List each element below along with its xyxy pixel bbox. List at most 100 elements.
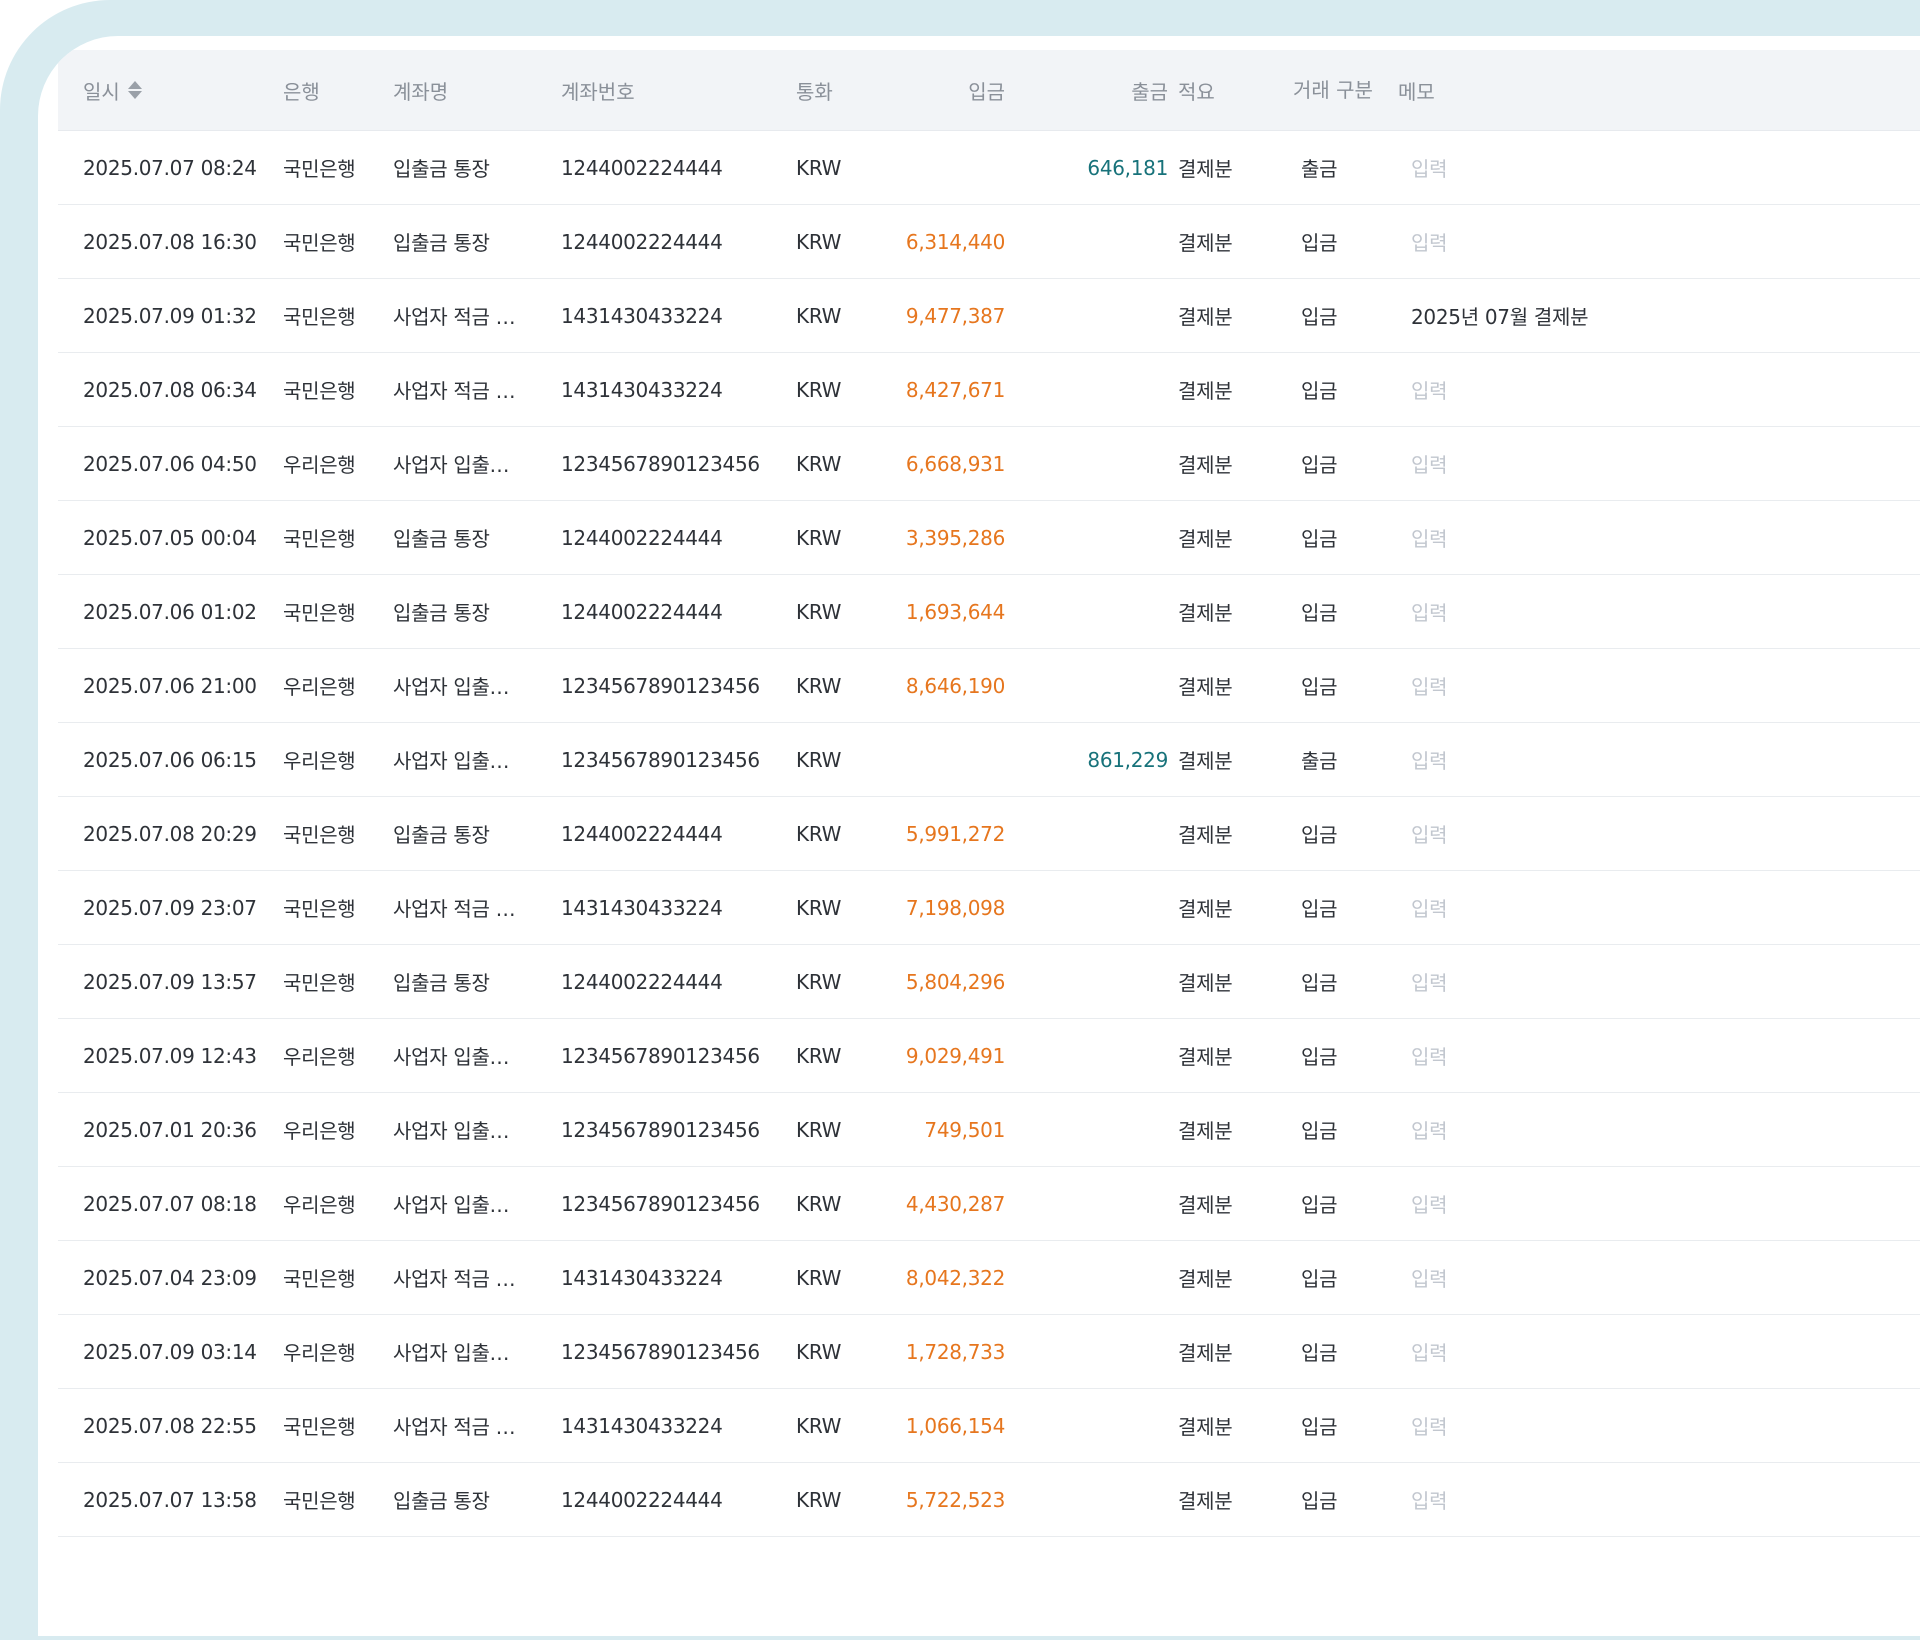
cell-currency: KRW	[796, 673, 842, 698]
table-row[interactable]: 2025.07.06 04:50 우리은행 사업자 입출… 1234567890…	[58, 427, 1920, 501]
cell-account-no: 1244002224444	[561, 821, 723, 846]
table-row[interactable]: 2025.07.04 23:09 국민은행 사업자 적금 … 143143043…	[58, 1241, 1920, 1315]
cell-deposit: 749,501	[924, 1117, 1005, 1142]
cell-account-name: 사업자 적금 …	[393, 897, 516, 921]
cell-deposit: 6,314,440	[905, 229, 1005, 254]
table-row[interactable]: 2025.07.09 03:14 우리은행 사업자 입출… 1234567890…	[58, 1315, 1920, 1389]
cell-summary: 결제분	[1178, 527, 1233, 551]
cell-type: 입금	[1301, 379, 1338, 403]
cell-currency: KRW	[796, 229, 842, 254]
cell-bank: 국민은행	[283, 897, 356, 921]
table-header: 일시 은행 계좌명 계좌번호 통화 입금 출금 적요 거래 구분 메모	[58, 50, 1920, 131]
cell-account-name: 사업자 적금 …	[393, 305, 516, 329]
memo-input[interactable]: 입력	[1411, 1241, 1811, 1314]
table-row[interactable]: 2025.07.08 16:30 국민은행 입출금 통장 12440022244…	[58, 205, 1920, 279]
cell-account-name: 사업자 입출…	[393, 1119, 510, 1143]
cell-type: 입금	[1301, 1267, 1338, 1291]
table-row[interactable]: 2025.07.07 08:18 우리은행 사업자 입출… 1234567890…	[58, 1167, 1920, 1241]
cell-bank: 우리은행	[283, 453, 356, 477]
memo-input[interactable]: 입력	[1411, 649, 1811, 722]
memo-input[interactable]: 입력	[1411, 353, 1811, 426]
memo-input[interactable]: 입력	[1411, 1315, 1811, 1388]
cell-summary: 결제분	[1178, 897, 1233, 921]
cell-currency: KRW	[796, 451, 842, 476]
cell-bank: 국민은행	[283, 379, 356, 403]
memo-input[interactable]: 입력	[1411, 945, 1811, 1018]
memo-input[interactable]: 입력	[1411, 205, 1811, 278]
memo-input[interactable]: 입력	[1411, 1093, 1811, 1166]
memo-input[interactable]: 2025년 07월 결제분	[1411, 279, 1811, 352]
cell-summary: 결제분	[1178, 675, 1233, 699]
table-row[interactable]: 2025.07.08 20:29 국민은행 입출금 통장 12440022244…	[58, 797, 1920, 871]
header-deposit: 입금	[968, 79, 1005, 104]
table-row[interactable]: 2025.07.05 00:04 국민은행 입출금 통장 12440022244…	[58, 501, 1920, 575]
cell-bank: 국민은행	[283, 527, 356, 551]
cell-summary: 결제분	[1178, 1045, 1233, 1069]
header-currency: 통화	[796, 79, 833, 104]
cell-account-no: 1244002224444	[561, 525, 723, 550]
cell-account-name: 입출금 통장	[393, 971, 490, 995]
cell-currency: KRW	[796, 747, 842, 772]
table-row[interactable]: 2025.07.06 06:15 우리은행 사업자 입출… 1234567890…	[58, 723, 1920, 797]
table-row[interactable]: 2025.07.09 23:07 국민은행 사업자 적금 … 143143043…	[58, 871, 1920, 945]
table-row[interactable]: 2025.07.06 01:02 국민은행 입출금 통장 12440022244…	[58, 575, 1920, 649]
cell-account-no: 1431430433224	[561, 377, 723, 402]
cell-account-no: 1244002224444	[561, 229, 723, 254]
cell-date: 2025.07.06 01:02	[83, 599, 257, 624]
memo-input[interactable]: 입력	[1411, 427, 1811, 500]
cell-date: 2025.07.01 20:36	[83, 1117, 257, 1142]
cell-bank: 우리은행	[283, 1119, 356, 1143]
table-row[interactable]: 2025.07.09 12:43 우리은행 사업자 입출… 1234567890…	[58, 1019, 1920, 1093]
memo-input[interactable]: 입력	[1411, 797, 1811, 870]
cell-deposit: 9,477,387	[905, 303, 1005, 328]
cell-bank: 우리은행	[283, 1341, 356, 1365]
table-row[interactable]: 2025.07.08 06:34 국민은행 사업자 적금 … 143143043…	[58, 353, 1920, 427]
memo-input[interactable]: 입력	[1411, 575, 1811, 648]
cell-date: 2025.07.07 13:58	[83, 1487, 257, 1512]
header-bank: 은행	[283, 79, 320, 104]
cell-withdraw	[1028, 279, 1168, 352]
cell-summary: 결제분	[1178, 305, 1233, 329]
sort-icon[interactable]	[127, 79, 142, 101]
cell-account-no: 1234567890123456	[561, 1043, 760, 1068]
cell-withdraw	[1028, 945, 1168, 1018]
cell-currency: KRW	[796, 1191, 842, 1216]
cell-date: 2025.07.09 13:57	[83, 969, 257, 994]
cell-deposit: 1,066,154	[905, 1413, 1005, 1438]
cell-account-name: 사업자 적금 …	[393, 379, 516, 403]
cell-type: 입금	[1301, 1045, 1338, 1069]
cell-withdraw	[1028, 797, 1168, 870]
cell-date: 2025.07.09 23:07	[83, 895, 257, 920]
cell-type: 입금	[1301, 1119, 1338, 1143]
memo-input[interactable]: 입력	[1411, 1167, 1811, 1240]
cell-currency: KRW	[796, 1487, 842, 1512]
cell-account-no: 1234567890123456	[561, 673, 760, 698]
memo-input[interactable]: 입력	[1411, 1463, 1811, 1536]
cell-deposit: 1,728,733	[905, 1339, 1005, 1364]
cell-deposit: 4,430,287	[905, 1191, 1005, 1216]
cell-currency: KRW	[796, 1413, 842, 1438]
cell-account-no: 1431430433224	[561, 895, 723, 920]
cell-summary: 결제분	[1178, 971, 1233, 995]
cell-withdraw	[1028, 1315, 1168, 1388]
table-row[interactable]: 2025.07.07 13:58 국민은행 입출금 통장 12440022244…	[58, 1463, 1920, 1537]
table-row[interactable]: 2025.07.06 21:00 우리은행 사업자 입출… 1234567890…	[58, 649, 1920, 723]
header-date[interactable]: 일시	[83, 50, 263, 130]
cell-account-name: 입출금 통장	[393, 1489, 490, 1513]
memo-input[interactable]: 입력	[1411, 723, 1811, 796]
cell-date: 2025.07.07 08:18	[83, 1191, 257, 1216]
cell-type: 입금	[1301, 305, 1338, 329]
table-row[interactable]: 2025.07.09 01:32 국민은행 사업자 적금 … 143143043…	[58, 279, 1920, 353]
table-row[interactable]: 2025.07.08 22:55 국민은행 사업자 적금 … 143143043…	[58, 1389, 1920, 1463]
memo-input[interactable]: 입력	[1411, 1389, 1811, 1462]
table-row[interactable]: 2025.07.01 20:36 우리은행 사업자 입출… 1234567890…	[58, 1093, 1920, 1167]
memo-input[interactable]: 입력	[1411, 501, 1811, 574]
memo-input[interactable]: 입력	[1411, 131, 1811, 204]
memo-input[interactable]: 입력	[1411, 871, 1811, 944]
table-row[interactable]: 2025.07.09 13:57 국민은행 입출금 통장 12440022244…	[58, 945, 1920, 1019]
memo-input[interactable]: 입력	[1411, 1019, 1811, 1092]
table-row[interactable]: 2025.07.07 08:24 국민은행 입출금 통장 12440022244…	[58, 131, 1920, 205]
cell-currency: KRW	[796, 1043, 842, 1068]
cell-type: 입금	[1301, 1415, 1338, 1439]
cell-account-name: 사업자 입출…	[393, 1193, 510, 1217]
